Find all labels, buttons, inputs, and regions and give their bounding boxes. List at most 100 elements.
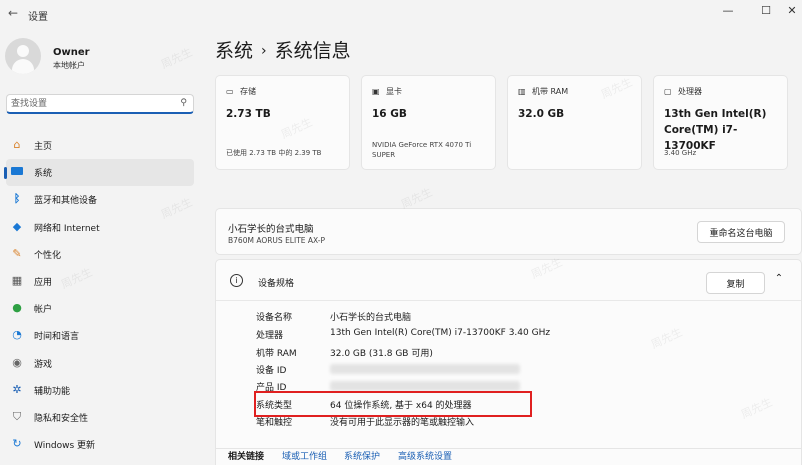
system-icon [10,165,24,179]
sidebar-item-label: 应用 [34,277,53,288]
cpu-card[interactable]: ▢ 处理器 13th Gen Intel(R) Core(TM) i7-13700… [653,75,788,170]
sidebar-item-apps[interactable]: ▦ 应用 [6,268,194,295]
spec-value: 13th Gen Intel(R) Core(TM) i7-13700KF 3.… [330,328,551,338]
card-value: 16 GB [372,108,407,120]
spec-key: 设备名称 [256,313,293,323]
card-value: 32.0 GB [518,108,565,120]
sidebar-item-accessibility[interactable]: ✲ 辅助功能 [6,377,194,404]
sidebar-item-label: 系统 [34,169,53,180]
spec-key: 处理器 [256,331,284,341]
spec-key: 机带 RAM [256,349,297,359]
sidebar-item-label: 游戏 [34,359,53,370]
accessibility-icon: ✲ [12,382,22,396]
sidebar-item-label: 主页 [34,142,53,152]
sidebar-item-label: Windows 更新 [34,441,96,452]
spec-row: 机带 RAM 32.0 GB (31.8 GB 可用) [256,346,776,363]
breadcrumb-separator: › [261,43,267,59]
sidebar-item-time-language[interactable]: ◔ 时间和语言 [6,322,194,349]
page-title: 系统信息 [274,40,351,62]
card-title: 机带 RAM [532,87,569,96]
search-icon[interactable]: ⚲ [180,98,187,108]
sidebar-item-label: 个性化 [34,250,62,261]
close-icon[interactable]: ✕ [782,4,802,17]
card-subtitle: NVIDIA GeForce RTX 4070 Ti SUPER [372,141,472,159]
copy-button[interactable]: 复制 [706,272,765,294]
divider [216,300,801,301]
breadcrumb: 系统 › 系统信息 [215,36,351,63]
maximize-icon[interactable]: ☐ [756,4,776,17]
ram-icon: ▥ [518,87,526,96]
spec-value: 32.0 GB (31.8 GB 可用) [330,349,433,359]
spec-key: 设备 ID [256,366,287,376]
cpu-icon: ▢ [664,87,672,96]
gpu-card[interactable]: ▣ 显卡 16 GB NVIDIA GeForce RTX 4070 Ti SUP… [361,75,496,170]
pc-name-bar: 小石学长的台式电脑 B760M AORUS ELITE AX-P 重命名这台电脑 [215,208,802,255]
avatar [5,38,41,74]
info-icon: i [230,274,243,287]
window-title: 设置 [28,12,48,23]
related-links: 相关链接 域或工作组 系统保护 高级系统设置 [215,449,802,465]
card-subtitle: 3.40 GHz [664,149,697,157]
sidebar-item-label: 网络和 Internet [34,223,100,234]
spec-row: 处理器 13th Gen Intel(R) Core(TM) i7-13700K… [256,328,776,345]
sidebar-item-gaming[interactable]: ◉ 游戏 [6,350,194,377]
storage-card[interactable]: ▭ 存储 2.73 TB 已使用 2.73 TB 中的 2.39 TB [215,75,350,170]
sidebar-item-privacy[interactable]: ⛉ 隐私和安全性 [6,404,194,431]
redacted-value [330,381,520,391]
related-links-title: 相关链接 [228,452,265,462]
sidebar-item-label: 时间和语言 [34,332,80,343]
user-name: Owner [53,47,90,58]
sidebar-item-label: 蓝牙和其他设备 [34,196,98,207]
redacted-value [330,364,520,374]
highlight-box [254,391,532,417]
card-title: 存储 [240,87,256,96]
specs-title: 设备规格 [258,279,295,289]
card-subtitle: 已使用 2.73 TB 中的 2.39 TB [226,149,322,157]
gaming-icon: ◉ [12,355,22,369]
sidebar-item-system[interactable]: 系统 [4,159,194,187]
sidebar-item-personalization[interactable]: ✎ 个性化 [6,241,194,268]
pc-model: B760M AORUS ELITE AX-P [228,236,326,245]
windows-update-icon: ↻ [12,437,22,451]
privacy-shield-icon: ⛉ [12,409,22,423]
minimize-icon[interactable]: — [718,4,738,17]
sidebar-item-home[interactable]: ⌂ 主页 [6,132,194,159]
personalization-icon: ✎ [12,246,22,260]
link-system-protection[interactable]: 系统保护 [344,449,380,462]
spec-value: 小石学长的台式电脑 [330,313,412,323]
sidebar-item-label: 辅助功能 [34,386,71,397]
pc-name: 小石学长的台式电脑 [228,224,314,235]
search-box[interactable]: ⚲ [6,94,194,114]
storage-icon: ▭ [226,87,234,96]
breadcrumb-parent[interactable]: 系统 [215,40,253,62]
link-advanced-system-settings[interactable]: 高级系统设置 [398,449,452,462]
sidebar-item-accounts[interactable]: ● 帐户 [6,295,194,322]
card-value: 2.73 TB [226,108,271,120]
device-specs-panel: i 设备规格 复制 ⌃ 设备名称 小石学长的台式电脑 处理器 13th Gen … [215,259,802,449]
sidebar-nav: ⌂ 主页 系统 ᛒ 蓝牙和其他设备 ◆ 网络和 Internet ✎ 个性化 ▦… [0,132,200,458]
title-bar: ← 设置 — ☐ ✕ [0,0,802,28]
card-title: 处理器 [678,87,702,96]
link-domain-workgroup[interactable]: 域或工作组 [282,449,327,462]
chevron-up-icon[interactable]: ⌃ [772,273,786,284]
bluetooth-icon: ᛒ [13,192,21,206]
gpu-icon: ▣ [372,87,380,96]
network-icon: ◆ [12,219,22,233]
time-language-icon: ◔ [12,328,22,342]
home-icon: ⌂ [13,138,21,151]
sidebar-item-label: 隐私和安全性 [34,413,89,424]
search-input[interactable] [11,97,171,111]
spec-row: 设备名称 小石学长的台式电脑 [256,310,776,327]
sidebar-item-windows-update[interactable]: ↻ Windows 更新 [6,431,194,458]
watermark-text: 周先生 [159,45,195,72]
account-type: 本地帐户 [53,61,85,70]
spec-row: 笔和触控 没有可用于此显示器的笔或触控输入 [256,415,776,432]
card-title: 显卡 [386,87,402,96]
back-arrow-icon[interactable]: ← [8,6,18,20]
sidebar-item-label: 帐户 [34,305,53,316]
spec-row: 设备 ID [256,363,776,380]
apps-icon: ▦ [11,273,23,287]
rename-pc-button[interactable]: 重命名这台电脑 [697,221,785,243]
card-value: 13th Gen Intel(R) Core(TM) i7-13700KF [664,108,767,152]
account-icon: ● [12,301,22,315]
